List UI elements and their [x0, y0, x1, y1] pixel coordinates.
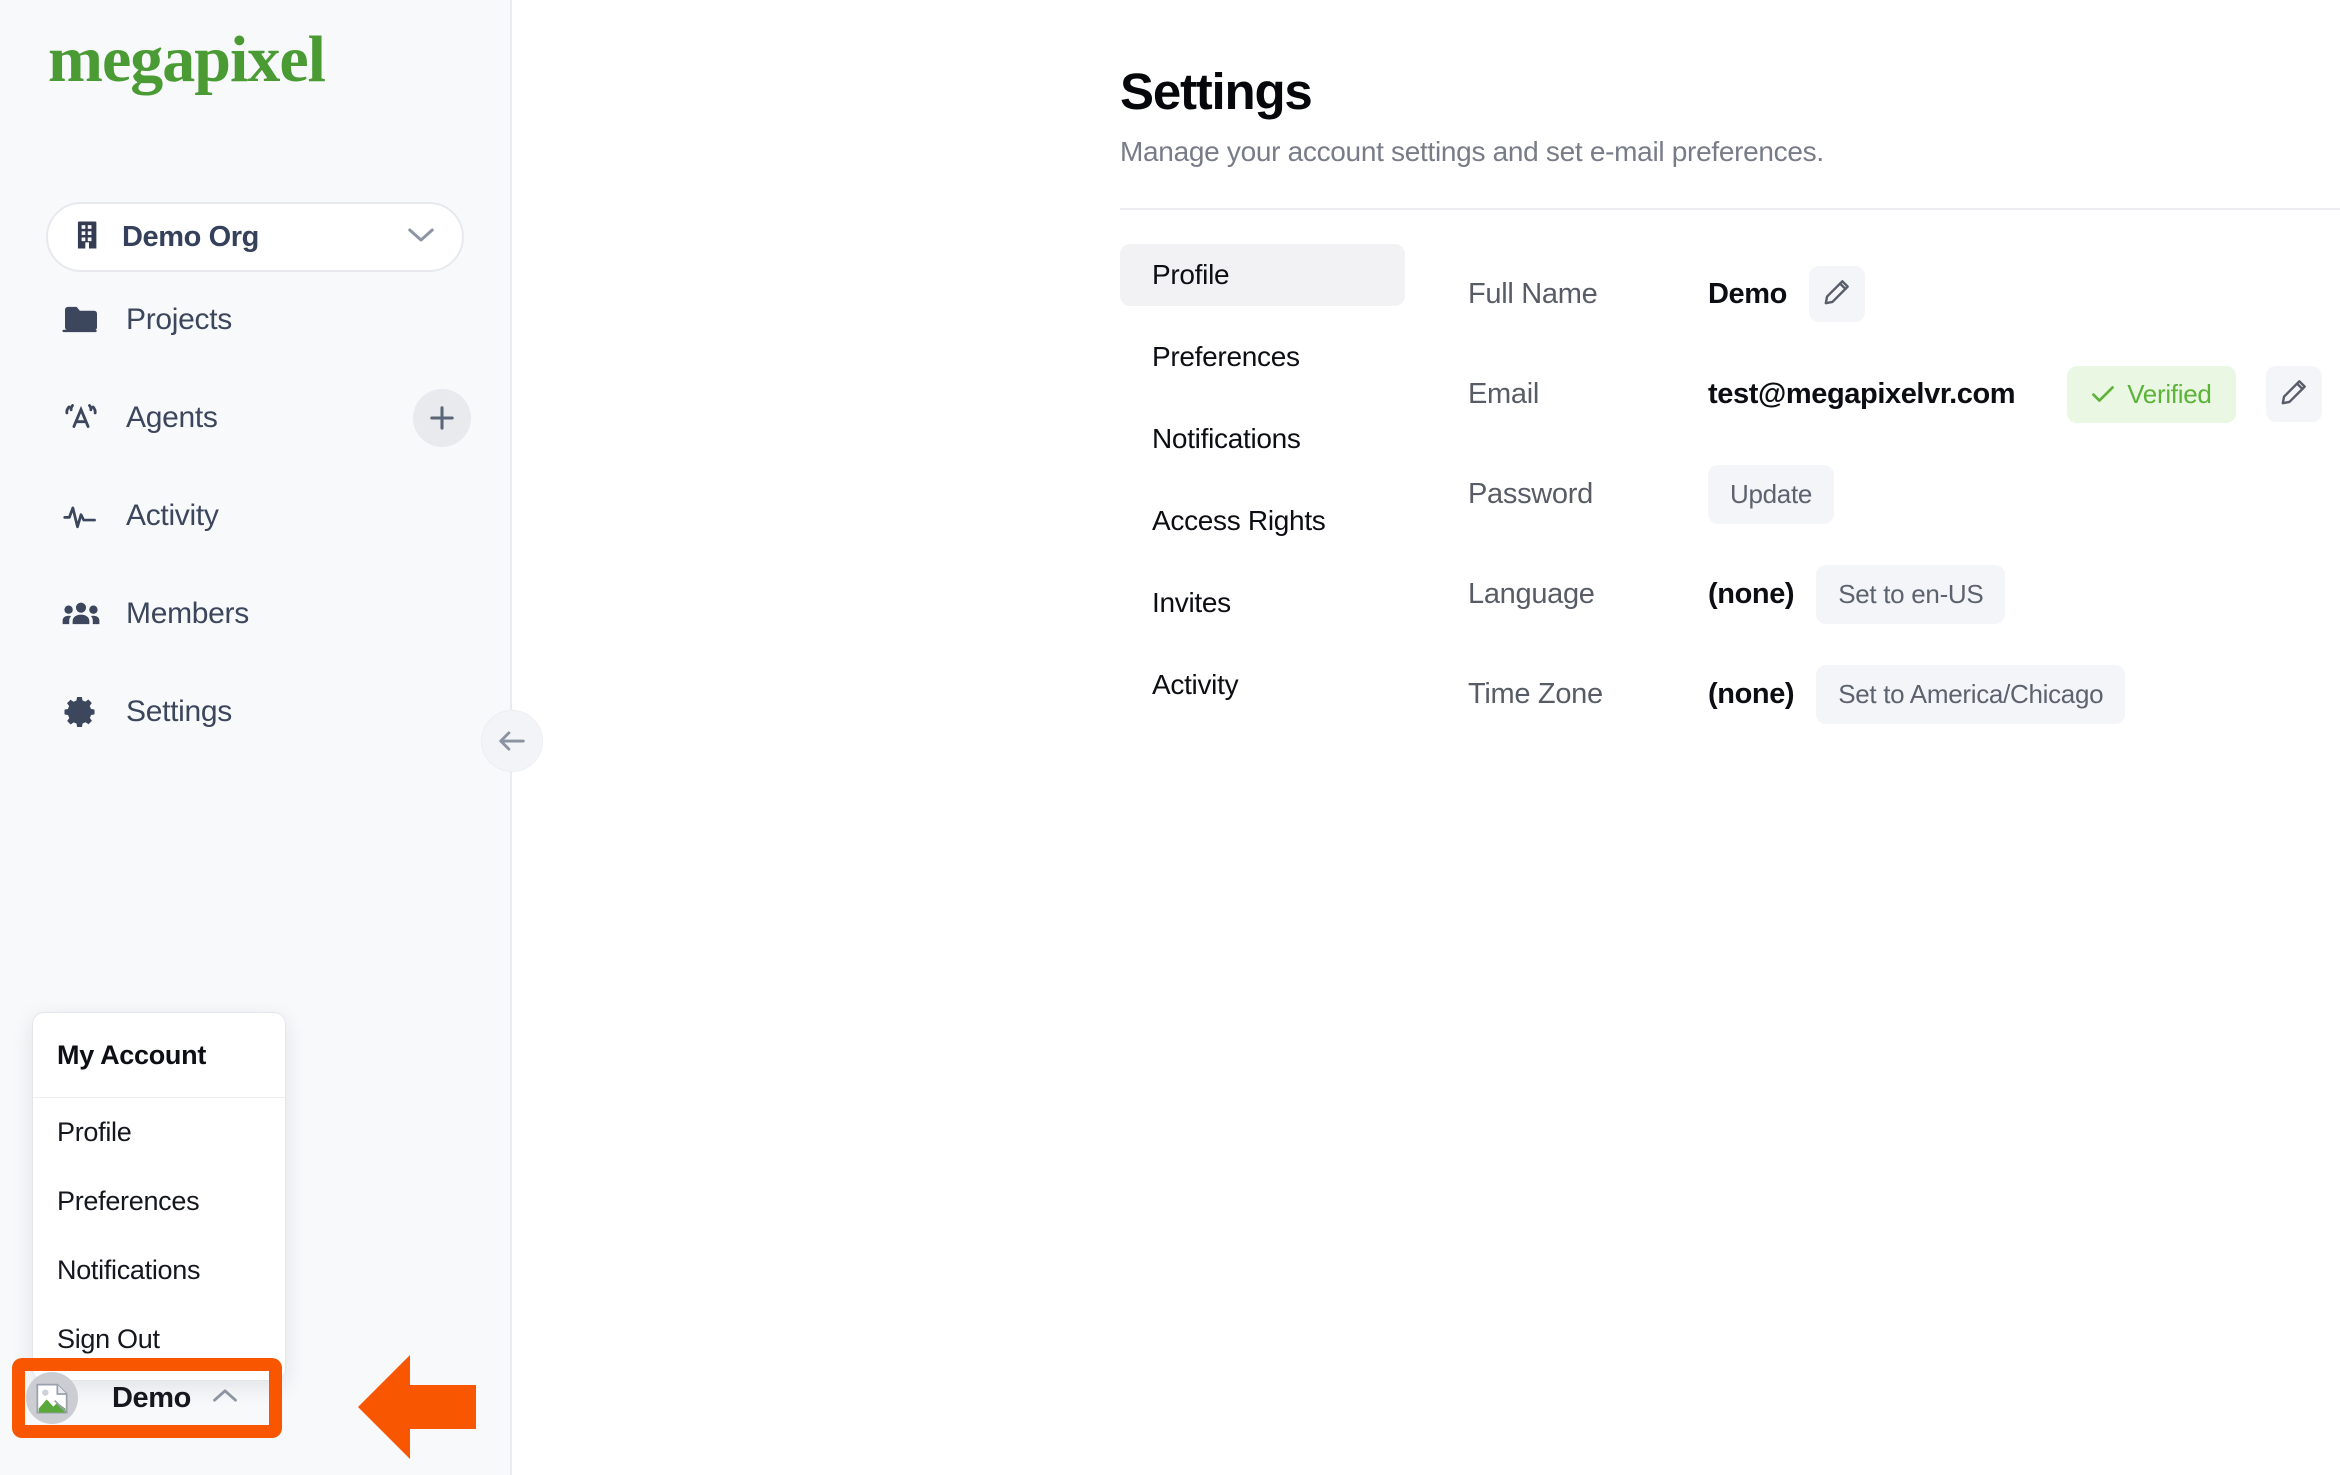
field-row-full-name: Full Name Demo [1468, 244, 2322, 344]
set-language-button[interactable]: Set to en-US [1816, 564, 2006, 624]
edit-email-button[interactable] [2265, 366, 2322, 422]
sidebar-item-label: Settings [126, 695, 232, 728]
field-label: Full Name [1468, 277, 1598, 310]
check-icon [2091, 379, 2115, 410]
sidebar-item-settings[interactable]: Settings [0, 682, 512, 742]
sidebar-nav: Projects Agents Activity Members Setting… [0, 290, 512, 780]
app-logo: megapixel [48, 23, 326, 96]
status-badge-verified: Verified [2067, 365, 2236, 423]
sidebar-item-label: Agents [126, 401, 218, 434]
pencil-icon [1823, 278, 1851, 311]
account-menu-item-notifications[interactable]: Notifications [33, 1236, 285, 1305]
tab-access-rights[interactable]: Access Rights [1120, 490, 1405, 552]
tab-profile[interactable]: Profile [1120, 244, 1405, 306]
gear-icon [62, 693, 100, 731]
set-timezone-button[interactable]: Set to America/Chicago [1816, 664, 2126, 724]
sidebar-item-label: Activity [126, 499, 219, 532]
profile-form: Full Name Demo Email test@megapixelvr.co… [1468, 244, 2322, 744]
account-menu-title: My Account [33, 1013, 285, 1098]
annotation-highlight-box [12, 1358, 282, 1438]
field-row-language: Language (none) Set to en-US [1468, 544, 2322, 644]
building-icon [74, 219, 104, 256]
org-selector[interactable]: Demo Org [46, 202, 464, 272]
update-password-button[interactable]: Update [1708, 464, 1835, 524]
pulse-icon [62, 497, 100, 535]
edit-full-name-button[interactable] [1808, 266, 1865, 322]
sidebar-item-projects[interactable]: Projects [0, 290, 512, 350]
tab-notifications[interactable]: Notifications [1120, 408, 1405, 470]
tab-preferences[interactable]: Preferences [1120, 326, 1405, 388]
annotation-arrow-icon [352, 1352, 482, 1467]
org-name-label: Demo Org [122, 220, 259, 253]
verified-label: Verified [2127, 378, 2212, 409]
field-label: Language [1468, 577, 1595, 610]
account-menu-item-preferences[interactable]: Preferences [33, 1167, 285, 1236]
broadcast-icon [62, 399, 100, 437]
app-root: megapixel Demo Org Projects Agents Activ… [0, 0, 2340, 1475]
add-agent-button[interactable] [413, 389, 471, 447]
main-content: Settings Manage your account settings an… [512, 0, 2340, 1475]
sidebar-item-activity[interactable]: Activity [0, 486, 512, 546]
collapse-sidebar-button[interactable] [481, 710, 543, 772]
timezone-value: (none) [1708, 677, 1795, 710]
sidebar-item-members[interactable]: Members [0, 584, 512, 644]
tab-activity[interactable]: Activity [1120, 654, 1405, 716]
page-title: Settings [1120, 63, 1313, 120]
field-row-timezone: Time Zone (none) Set to America/Chicago [1468, 644, 2322, 744]
chevron-down-icon [406, 226, 436, 249]
field-label: Password [1468, 477, 1593, 510]
sidebar: megapixel Demo Org Projects Agents Activ… [0, 0, 543, 1475]
pencil-icon [2280, 378, 2308, 411]
field-label: Time Zone [1468, 677, 1603, 710]
users-icon [62, 595, 100, 633]
page-subtitle: Manage your account settings and set e-m… [1120, 136, 1824, 167]
sidebar-item-label: Members [126, 597, 249, 630]
account-dropdown-menu: My Account Profile Preferences Notificat… [32, 1012, 286, 1381]
language-value: (none) [1708, 577, 1795, 610]
header-divider [1120, 208, 2340, 210]
email-value: test@megapixelvr.com [1708, 377, 2016, 410]
field-label: Email [1468, 377, 1540, 410]
field-row-password: Password Update [1468, 444, 2322, 544]
settings-tabs: Profile Preferences Notifications Access… [1120, 244, 1405, 736]
folder-icon [62, 301, 100, 339]
account-menu-item-profile[interactable]: Profile [33, 1098, 285, 1167]
sidebar-item-label: Projects [126, 303, 232, 336]
tab-invites[interactable]: Invites [1120, 572, 1405, 634]
full-name-value: Demo [1708, 277, 1787, 310]
field-row-email: Email test@megapixelvr.com Verified [1468, 344, 2322, 444]
